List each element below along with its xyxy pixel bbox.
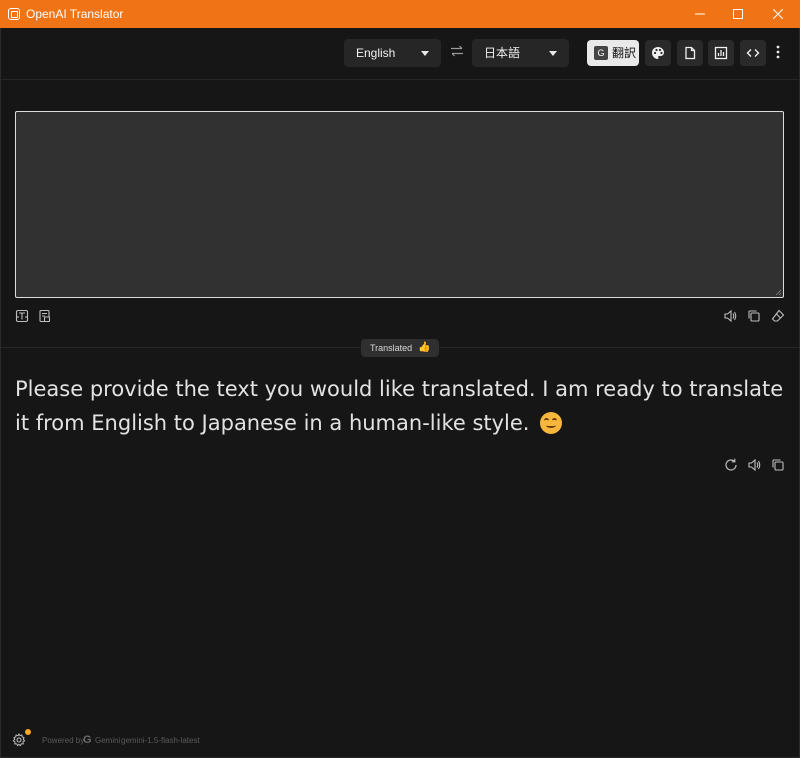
screenshot-icon[interactable] [38,309,52,323]
window-title: OpenAI Translator [26,7,124,21]
code-icon [746,49,760,57]
thumbs-up-icon: 👍 [418,342,431,353]
title-bar: OpenAI Translator [0,0,800,28]
translate-mode-label: 翻訳 [612,46,637,60]
file-icon [685,46,696,60]
copy-icon[interactable] [771,458,785,472]
maximize-button[interactable] [718,0,758,28]
minimize-button[interactable] [680,0,720,28]
target-language-value: 日本語 [484,46,521,60]
translation-text: Please provide the text you would like t… [15,377,784,435]
footer: Powered by G Gemini gemini-1.5-flash-lat… [0,728,800,758]
provider-logo: G [83,734,92,746]
refresh-icon[interactable] [724,458,738,472]
provider-name[interactable]: Gemini [95,736,120,746]
app-icon [8,8,20,20]
model-name[interactable]: gemini-1.5-flash-latest [121,736,200,746]
more-vertical-icon[interactable] [773,44,783,60]
palette-icon [652,47,664,59]
maximize-icon [733,9,743,19]
source-language-value: English [356,46,396,60]
eraser-icon[interactable] [771,309,785,323]
chart-icon [714,46,728,60]
target-language-select[interactable]: 日本語 [472,39,569,67]
source-text-input[interactable] [15,111,784,298]
translate-mode-button[interactable]: G 翻訳 [587,40,639,66]
close-button[interactable] [758,0,798,28]
code-button[interactable] [740,40,766,66]
chevron-down-icon [549,51,557,56]
swap-icon[interactable] [450,45,464,57]
minimize-icon [695,13,705,15]
close-icon [773,9,783,19]
notification-dot [25,729,31,735]
copy-icon[interactable] [747,309,761,323]
toolbar: English 日本語 G 翻訳 [0,28,800,80]
translation-output: Please provide the text you would like t… [15,372,785,440]
statistics-button[interactable] [708,40,734,66]
status-badge: Translated 👍 [361,339,439,357]
file-button[interactable] [677,40,703,66]
translate-icon: G [594,46,608,60]
speaker-icon[interactable] [747,458,761,472]
gear-icon[interactable] [12,733,26,747]
theme-button[interactable] [645,40,671,66]
smiling-face-icon [540,412,563,434]
text-format-icon[interactable] [15,309,29,323]
speaker-icon[interactable] [723,309,737,323]
chevron-down-icon [421,51,429,56]
source-language-select[interactable]: English [344,39,441,67]
powered-by-label: Powered by [42,736,85,745]
resize-handle-icon[interactable] [775,289,782,296]
status-label: Translated [370,343,413,353]
